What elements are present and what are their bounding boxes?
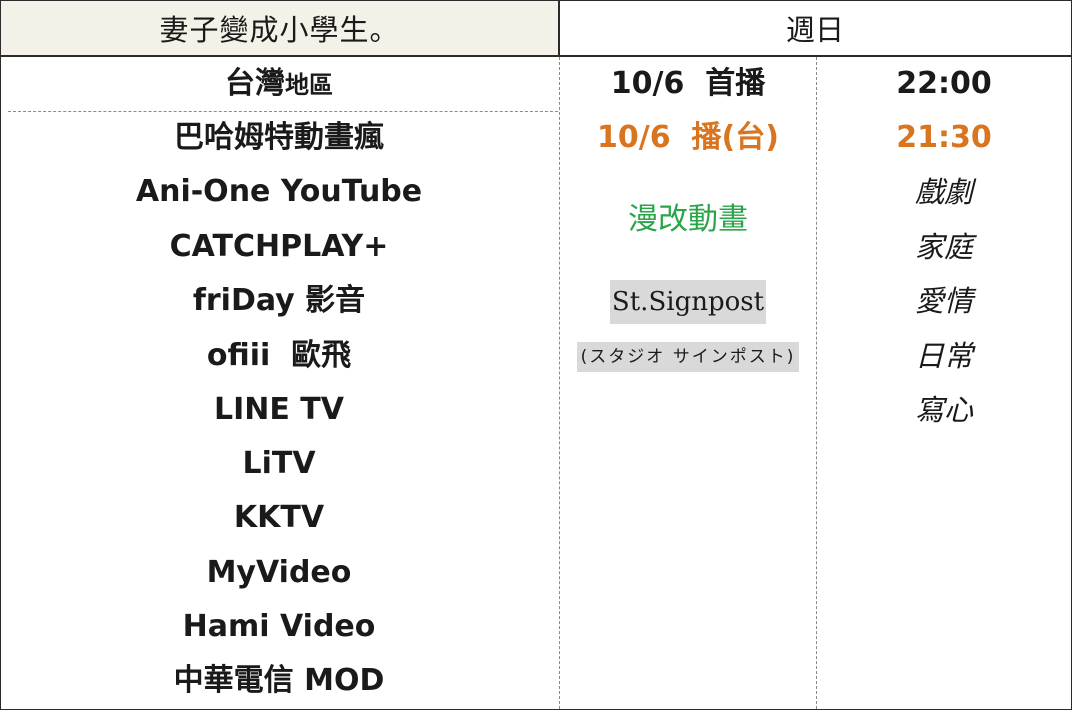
platform-name: MyVideo [206, 555, 352, 590]
genre-tag: 愛情 [818, 281, 1070, 321]
column-divider-right [816, 57, 817, 709]
genre-label: 寫心 [914, 393, 973, 427]
platform-item: CATCHPLAY+ [0, 227, 558, 267]
platform-name: ofiii 歐飛 [206, 338, 352, 373]
taiwan-air-date: 10/6 播(台) [560, 118, 816, 158]
genre-label: 家庭 [914, 230, 973, 264]
taiwan-air-time-label: 21:30 [896, 120, 992, 155]
taiwan-air-label: 10/6 播(台) [597, 120, 779, 155]
platform-item: MyVideo [0, 553, 558, 593]
region-label: 台灣地區 [0, 64, 558, 105]
genre-tag: 寫心 [818, 390, 1070, 430]
header-bottom-border [0, 55, 1072, 57]
platform-name: LINE TV [213, 392, 344, 427]
taiwan-air-time: 21:30 [818, 118, 1070, 158]
platform-item: LiTV [0, 444, 558, 484]
region-main: 台灣 [225, 66, 285, 101]
platform-item: friDay 影音 [0, 281, 558, 321]
platform-item: LINE TV [0, 390, 558, 430]
platform-name: LiTV [242, 446, 316, 481]
genre-tag: 日常 [818, 336, 1070, 376]
premiere-date: 10/6 首播 [560, 64, 816, 104]
studio-label: St.Signpost [609, 280, 767, 324]
genre-label: 愛情 [914, 284, 973, 318]
platform-name: Hami Video [182, 609, 376, 644]
anime-title-header: 妻子變成小學生。 [1, 1, 558, 55]
platform-item: ofiii 歐飛 [0, 336, 558, 376]
platform-item: Ani-One YouTube [0, 172, 558, 212]
platform-item: Hami Video [0, 607, 558, 647]
platform-name: 中華電信 MOD [173, 663, 385, 698]
broadcast-day: 週日 [785, 13, 844, 47]
studio-name-japanese: (スタジオ サインポスト) [560, 342, 816, 372]
premiere-label: 10/6 首播 [610, 66, 766, 101]
genre-label: 戲劇 [914, 175, 973, 209]
platform-item: KKTV [0, 498, 558, 538]
anime-title: 妻子變成小學生。 [159, 13, 400, 47]
platform-name: 巴哈姆特動畫瘋 [174, 120, 384, 155]
broadcast-day-header: 週日 [560, 1, 1070, 55]
platform-name: KKTV [233, 500, 325, 535]
platform-item: 中華電信 MOD [0, 661, 558, 701]
platform-name: Ani-One YouTube [135, 174, 423, 209]
source-type: 漫改動畫 [560, 200, 816, 240]
region-divider [8, 111, 558, 112]
platform-name: friDay 影音 [192, 283, 366, 318]
studio-jp-label: (スタジオ サインポスト) [576, 342, 800, 372]
genre-tag: 戲劇 [818, 172, 1070, 212]
studio-name: St.Signpost [560, 280, 816, 324]
region-suffix: 地區 [285, 71, 333, 99]
platform-name: CATCHPLAY+ [169, 229, 389, 264]
source-type-label: 漫改動畫 [628, 202, 748, 237]
premiere-time-label: 22:00 [896, 66, 992, 101]
genre-label: 日常 [914, 339, 973, 373]
platform-item: 巴哈姆特動畫瘋 [0, 118, 558, 158]
genre-tag: 家庭 [818, 227, 1070, 267]
premiere-time: 22:00 [818, 64, 1070, 104]
